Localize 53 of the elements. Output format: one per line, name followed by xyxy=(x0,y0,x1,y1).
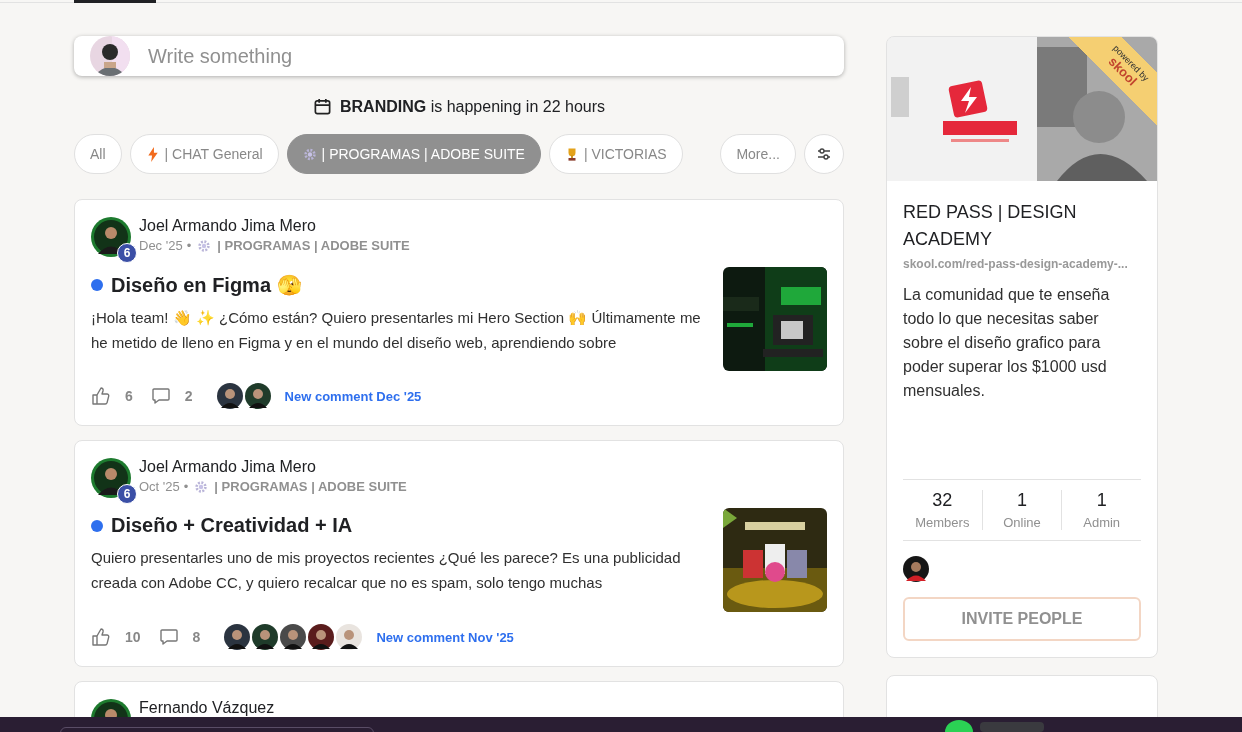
bullet: • xyxy=(186,238,192,253)
community-url[interactable]: skool.com/red-pass-design-academy-... xyxy=(903,257,1141,271)
post-card[interactable] xyxy=(74,199,844,426)
event-notice: BRANDING is happening in 22 hours xyxy=(340,97,605,116)
stat-value: 1 xyxy=(1096,490,1107,511)
last-activity-link[interactable]: New comment Dec '25 xyxy=(284,388,422,404)
author-name[interactable]: Joel Armando Jima Mero xyxy=(139,458,407,476)
category-tab[interactable]: | PROGRAMAS | ADOBE SUITE xyxy=(286,134,541,174)
level-badge: 6 xyxy=(117,484,137,504)
like-icon[interactable] xyxy=(91,627,111,647)
gear-icon xyxy=(302,146,317,162)
post-title[interactable]: Diseño en Figma 🫣 xyxy=(111,273,302,297)
post-excerpt: ¡Hola team! 👋 ✨ ¿Cómo están? Quiero presentarles mi Hero Section 🙌 Últimamente me he metido de lleno en Figma y en el mundo del diseño web, aprendiendo sobre xyxy=(91,308,702,353)
stat-value: 32 xyxy=(932,490,953,511)
invite-people-button[interactable]: INVITE PEOPLE xyxy=(903,597,1141,641)
like-icon[interactable] xyxy=(91,386,111,406)
post-category[interactable]: | PROGRAMAS | ADOBE SUITE xyxy=(214,479,407,494)
chat-app-icon[interactable] xyxy=(944,718,974,732)
composer-field[interactable]: Write something xyxy=(146,43,828,69)
post-date: Dec '25 xyxy=(139,238,183,253)
filter-settings-button[interactable] xyxy=(804,134,844,174)
comment-icon[interactable] xyxy=(158,627,179,647)
post-date: Oct '25 xyxy=(139,479,180,494)
post-card[interactable]: Fernando Vázquez xyxy=(74,681,844,718)
post-card[interactable] xyxy=(74,440,844,667)
comment-count: 8 xyxy=(192,629,201,645)
post-category[interactable]: | PROGRAMAS | ADOBE SUITE xyxy=(217,238,410,253)
post-composer[interactable]: Write something xyxy=(74,36,844,76)
stat-value: 1 xyxy=(1017,490,1027,511)
category-tab[interactable]: | CHAT General xyxy=(129,134,279,174)
stat-label: Admin xyxy=(1083,515,1121,530)
sliders-icon xyxy=(816,146,832,162)
more-button[interactable]: More... xyxy=(720,134,796,174)
like-count: 6 xyxy=(125,388,133,404)
gear-icon xyxy=(194,479,209,494)
like-count: 10 xyxy=(125,629,141,645)
comment-count: 2 xyxy=(184,388,193,404)
post-excerpt: Quiero presentarles uno de mis proyectos recientes ¿Qué les parece? Es una publicidad creada con Adobe CC, y quiero recalcar que no es spam, solo tengo muchas xyxy=(91,548,682,593)
last-activity-link[interactable]: New comment Nov '25 xyxy=(376,629,514,645)
author-name[interactable]: Joel Armando Jima Mero xyxy=(139,217,410,235)
calendar-icon xyxy=(313,97,332,116)
category-tab[interactable]: All xyxy=(74,134,122,174)
author-name[interactable]: Fernando Vázquez xyxy=(139,699,275,717)
community-description: La comunidad que te enseña todo lo que necesitas saber sobre el diseño grafico para poder superar los $1000 usd mensuales. xyxy=(903,285,1111,401)
stat-label: Online xyxy=(1003,515,1041,530)
category-tab[interactable]: | VICTORIAS xyxy=(548,134,683,174)
level-badge: 6 xyxy=(117,243,137,263)
comment-icon[interactable] xyxy=(150,386,171,406)
community-name: RED PASS | DESIGN ACADEMY xyxy=(903,201,1078,251)
bullet: • xyxy=(183,479,189,494)
post-title[interactable]: Diseño + Creatividad + IA xyxy=(111,514,353,537)
gear-icon xyxy=(197,238,212,253)
stat-label: Members xyxy=(915,515,970,530)
